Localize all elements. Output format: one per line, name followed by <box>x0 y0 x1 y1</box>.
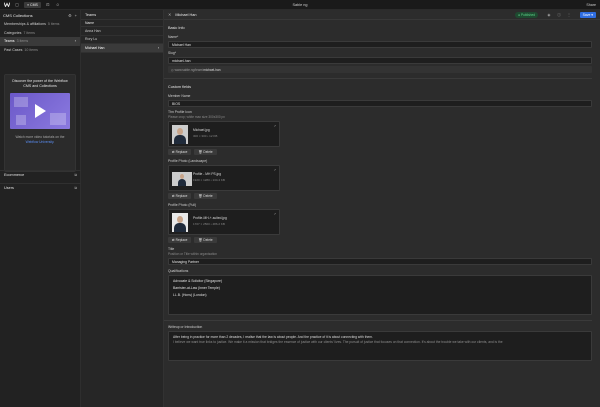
slug-input[interactable]: michael-han <box>168 57 592 64</box>
delete-button[interactable]: 🗑 Delete <box>194 193 217 199</box>
divider <box>164 320 592 321</box>
chevron-right-icon: › <box>157 45 159 50</box>
ecommerce-section[interactable]: Ecommerce ⧉ <box>0 170 81 179</box>
delete-button[interactable]: 🗑 Delete <box>194 149 217 155</box>
users-icon[interactable]: ☺ <box>55 2 61 8</box>
items-panel-title: Teams <box>81 10 163 20</box>
collections-panel: CMS Collections ⚙ + Memberships & affili… <box>0 10 81 407</box>
collection-item[interactable]: Past Cases 10 items <box>0 46 80 55</box>
site-name: Sable ng <box>292 2 308 7</box>
expand-icon[interactable]: ↗ <box>273 168 276 172</box>
custom-fields-heading: Custom fields <box>168 85 192 89</box>
webflow-university-link[interactable]: Webflow University <box>26 140 54 144</box>
slug-url-preview: ◎ www.sable.ng/team/michael-han <box>168 66 592 73</box>
title-input[interactable]: Managing Partner <box>168 258 592 265</box>
full-photo-field[interactable]: Profile-MH-+-suited.jpg 1707 × 2560 • 48… <box>168 209 280 235</box>
top-bar: ▢ ≡ CMS ⊡ ☺ Sable ng Share <box>0 0 600 10</box>
title-hint: Position or Title within organisation <box>168 252 218 256</box>
full-photo-label: Profile Photo (Full) <box>168 203 197 207</box>
name-input[interactable]: Michael Han <box>168 41 592 48</box>
chevron-right-icon: › <box>74 39 76 44</box>
file-meta: 300 × 300 • 12 KB <box>193 134 218 138</box>
file-name: Profile-MH-+-suited.jpg <box>193 216 227 220</box>
list-item[interactable]: Anna Han <box>81 27 163 36</box>
collection-item[interactable]: Categories 7 items <box>0 29 80 38</box>
items-panel: Teams Name Anna Han Rory Lu Michael Han … <box>81 10 164 407</box>
close-icon[interactable]: ✕ <box>168 12 171 17</box>
preview-icon[interactable]: ◉ <box>546 12 552 18</box>
name-label: Name* <box>168 35 179 39</box>
collection-item[interactable]: Memberships & affiliations 5 items <box>0 20 80 29</box>
qualifications-input[interactable]: Advocate & Solicitor (Singapore) Barrist… <box>168 275 592 315</box>
item-editor: ✕ Michael Han ● Published ◉ ⓘ ⋮ Save ▾ B… <box>164 10 600 407</box>
landscape-photo-field[interactable]: Profile - MH PS.jpg 1920 × 1280 • 134.4 … <box>168 165 280 191</box>
chevron-down-icon: ▾ <box>590 13 593 17</box>
full-thumbnail <box>172 213 188 232</box>
thn-profile-icon-hint: Please crop; white max size 300x300 px <box>168 115 225 119</box>
info-icon[interactable]: ⓘ <box>556 12 562 18</box>
webflow-logo-icon[interactable] <box>4 2 10 8</box>
more-options-icon[interactable]: ⋮ <box>566 12 572 18</box>
check-circle-icon: ● <box>518 13 520 17</box>
writeup-label: Writeup or Introduction <box>168 325 203 329</box>
promo-video-thumbnail[interactable] <box>10 93 70 129</box>
replace-button[interactable]: ⇄ Replace <box>168 149 192 155</box>
trash-icon: 🗑 <box>198 194 203 198</box>
add-collection-icon[interactable]: + <box>75 13 77 18</box>
list-item-selected[interactable]: Michael Han › <box>81 44 163 53</box>
basic-info-heading: Basic Info <box>168 26 185 30</box>
external-icon: ⧉ <box>74 173 77 177</box>
profile-thumbnail <box>172 125 188 144</box>
slug-label: Slug* <box>168 51 177 55</box>
users-section[interactable]: Users ⧉ <box>0 183 81 192</box>
divider <box>164 78 592 79</box>
editor-form: Basic Info Name* Michael Han Slug* micha… <box>164 20 600 407</box>
thn-profile-image-field[interactable]: Michael.jpg 300 × 300 • 12 KB ↗ <box>168 121 280 147</box>
member-name-label: Member Name <box>168 94 191 98</box>
ecommerce-icon[interactable]: ⊡ <box>45 2 51 8</box>
editor-item-name: Michael Han <box>175 12 197 17</box>
title-label: Title <box>168 247 175 251</box>
external-icon: ⧉ <box>74 186 77 190</box>
file-meta: 1920 × 1280 • 134.4 KB <box>193 178 225 182</box>
member-name-input[interactable]: BIOS <box>168 100 592 107</box>
delete-button[interactable]: 🗑 Delete <box>194 237 217 243</box>
writeup-rich-text[interactable]: After being in practice for more than 2 … <box>168 331 592 361</box>
promo-text: Watch more video tutorials on the Webflo… <box>15 135 65 144</box>
database-icon: ≡ <box>27 2 30 7</box>
promo-title: Discover the power of the Webflow CMS an… <box>12 79 68 88</box>
settings-icon[interactable]: ⚙ <box>68 13 72 18</box>
items-column-header[interactable]: Name <box>81 20 163 27</box>
cms-promo-card: Discover the power of the Webflow CMS an… <box>4 74 76 172</box>
thn-profile-icon-label: Thn Profile Icon <box>168 110 192 114</box>
file-name: Profile - MH PS.jpg <box>193 172 222 176</box>
collections-header: CMS Collections ⚙ + <box>3 12 77 18</box>
play-icon <box>35 104 46 118</box>
file-meta: 1707 × 2560 • 486.2 KB <box>193 222 225 226</box>
trash-icon: 🗑 <box>198 150 203 154</box>
replace-button[interactable]: ⇄ Replace <box>168 237 192 243</box>
pages-icon[interactable]: ▢ <box>14 2 20 8</box>
replace-icon: ⇄ <box>172 194 175 198</box>
file-name: Michael.jpg <box>193 128 210 132</box>
qualifications-label: Qualifications <box>168 269 189 273</box>
trash-icon: 🗑 <box>198 238 203 242</box>
list-item[interactable]: Rory Lu <box>81 36 163 44</box>
expand-icon[interactable]: ↗ <box>273 124 276 128</box>
replace-icon: ⇄ <box>172 150 175 154</box>
share-button[interactable]: Share <box>586 3 596 7</box>
editor-header: ✕ Michael Han ● Published ◉ ⓘ ⋮ Save ▾ <box>164 10 600 20</box>
cms-tab[interactable]: ≡ CMS <box>24 1 41 8</box>
landscape-photo-label: Profile Photo (Landscape) <box>168 159 208 163</box>
expand-icon[interactable]: ↗ <box>273 212 276 216</box>
save-button[interactable]: Save ▾ <box>579 12 596 18</box>
replace-icon: ⇄ <box>172 238 175 242</box>
status-badge[interactable]: ● Published <box>515 12 538 18</box>
landscape-thumbnail <box>172 172 192 186</box>
collection-item-teams[interactable]: Teams 3 items › <box>0 37 80 46</box>
replace-button[interactable]: ⇄ Replace <box>168 193 192 199</box>
